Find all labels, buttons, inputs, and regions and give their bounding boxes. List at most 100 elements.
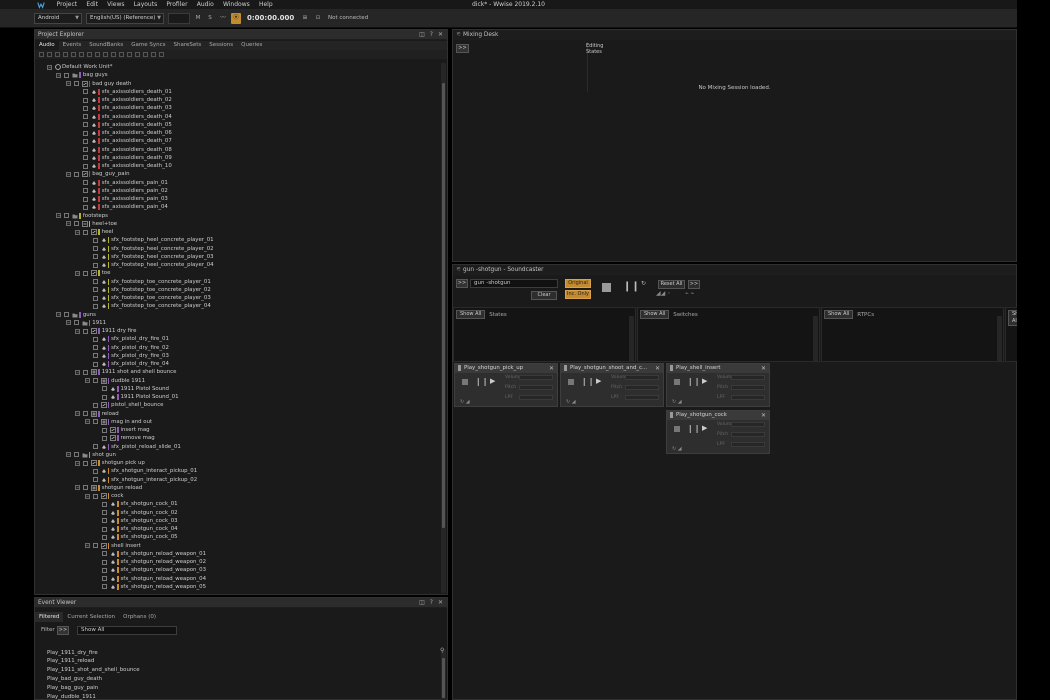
tree-item[interactable]: sfx_footstep_heel_concrete_player_01 xyxy=(85,236,214,244)
refresh-icon[interactable]: ↻ xyxy=(672,446,676,452)
blend-icon[interactable] xyxy=(95,52,100,57)
tree-item[interactable]: − shot gun xyxy=(65,451,116,459)
collapse-toggle-icon[interactable]: − xyxy=(75,411,81,417)
tree-item[interactable]: − 1911 xyxy=(65,319,106,327)
tree-item[interactable]: − heel+toe xyxy=(65,220,117,228)
stop-icon[interactable] xyxy=(674,426,680,432)
include-checkbox[interactable] xyxy=(92,345,98,351)
include-checkbox[interactable] xyxy=(102,427,107,433)
tab-current-selection[interactable]: Current Selection xyxy=(63,612,119,622)
tree-item[interactable]: sfx_footstep_toe_concrete_player_01 xyxy=(85,278,211,286)
lpf-slider[interactable] xyxy=(625,395,659,400)
tab-sessions[interactable]: Sessions xyxy=(205,41,237,50)
include-checkbox[interactable] xyxy=(102,386,107,392)
include-checkbox[interactable] xyxy=(73,320,79,326)
pitch-slider[interactable] xyxy=(731,385,765,390)
sound-icon[interactable] xyxy=(103,52,108,57)
original-button[interactable]: Original xyxy=(565,279,591,288)
volume-slider[interactable] xyxy=(519,375,553,380)
lpf-icon[interactable]: ⌁ ⌁ xyxy=(685,289,694,299)
include-checkbox[interactable] xyxy=(83,270,89,276)
tree-item[interactable]: sfx_footstep_toe_concrete_player_02 xyxy=(85,286,211,294)
include-checkbox[interactable] xyxy=(102,584,107,590)
tab-sharesets[interactable]: ShareSets xyxy=(170,41,206,50)
lpf-slider[interactable] xyxy=(731,442,765,447)
volume-slider[interactable] xyxy=(731,375,765,380)
volume-icon[interactable]: ◢ xyxy=(678,399,682,405)
include-checkbox[interactable] xyxy=(83,138,89,144)
tree-item[interactable]: sfx_axissoldiers_pain_04 xyxy=(75,203,168,211)
collapse-toggle-icon[interactable]: − xyxy=(56,213,62,219)
close-icon[interactable]: ✕ xyxy=(438,30,443,40)
include-checkbox[interactable] xyxy=(92,279,98,285)
tree-item[interactable]: sfx_shotgun_cock_05 xyxy=(94,533,178,541)
switch-icon[interactable] xyxy=(87,52,92,57)
include-checkbox[interactable] xyxy=(92,468,98,474)
tree-item[interactable]: sfx_axissoldiers_pain_02 xyxy=(75,187,168,195)
search-icon[interactable]: ⚲ xyxy=(440,647,444,654)
tree-item[interactable]: remove mag xyxy=(94,434,155,442)
include-checkbox[interactable] xyxy=(102,567,107,573)
include-checkbox[interactable] xyxy=(102,551,107,557)
include-checkbox[interactable] xyxy=(92,254,98,260)
include-checkbox[interactable] xyxy=(92,303,98,309)
include-checkbox[interactable] xyxy=(73,171,79,177)
tree-scrollbar[interactable] xyxy=(441,63,446,593)
tree-item[interactable]: sfx_footstep_heel_concrete_player_03 xyxy=(85,253,214,261)
include-checkbox[interactable] xyxy=(83,411,89,417)
tree-item[interactable]: sfx_shotgun_reload_weapon_02 xyxy=(94,558,206,566)
collapse-toggle-icon[interactable]: − xyxy=(84,543,90,549)
include-checkbox[interactable] xyxy=(92,378,98,384)
tree-item[interactable]: − bag_guy_pain xyxy=(65,170,130,178)
tree-item[interactable]: sfx_axissoldiers_pain_01 xyxy=(75,179,168,187)
clear-button[interactable]: Clear xyxy=(531,291,557,300)
tree-item[interactable]: sfx_footstep_heel_concrete_player_04 xyxy=(85,261,214,269)
include-checkbox[interactable] xyxy=(102,526,107,532)
pin-icon[interactable] xyxy=(670,412,673,418)
tab-soundbanks[interactable]: SoundBanks xyxy=(85,41,127,50)
include-checkbox[interactable] xyxy=(64,213,70,219)
scrollbar-thumb[interactable] xyxy=(442,658,445,698)
menu-help[interactable]: Help xyxy=(254,0,277,9)
capture-icon[interactable]: ⦿ xyxy=(231,13,241,24)
refresh-icon[interactable]: ↻ xyxy=(641,279,646,289)
tree-item[interactable]: sfx_pistol_dry_fire_02 xyxy=(85,344,169,352)
include-checkbox[interactable] xyxy=(92,262,98,268)
volume-icon[interactable]: ◢ xyxy=(572,399,576,405)
event-card[interactable]: Play_shell_insert ✕ ❙❙ ▶ Volume Pitch LPF ↻ ◢ xyxy=(666,363,770,407)
tree-item[interactable]: sfx_axissoldiers_death_03 xyxy=(75,104,172,112)
tree-item[interactable]: sfx_footstep_toe_concrete_player_03 xyxy=(85,294,211,302)
tree-item[interactable]: sfx_pistol_reload_slide_01 xyxy=(85,443,181,451)
include-checkbox[interactable] xyxy=(83,163,89,169)
tree-item[interactable]: sfx_shotgun_reload_weapon_03 xyxy=(94,566,206,574)
tree-item[interactable]: sfx_axissoldiers_death_05 xyxy=(75,121,172,129)
include-checkbox[interactable] xyxy=(83,97,89,103)
platform-select[interactable]: Android ▼ xyxy=(34,13,82,24)
menu-windows[interactable]: Windows xyxy=(218,0,254,9)
close-icon[interactable]: ✕ xyxy=(761,364,766,373)
collapse-toggle-icon[interactable]: − xyxy=(65,320,71,326)
play-icon[interactable]: ▶ xyxy=(490,377,495,385)
tree-item[interactable]: sfx_shotgun_interact_pickup_01 xyxy=(85,467,197,475)
close-icon[interactable]: ✕ xyxy=(438,598,443,608)
scrollbar-thumb[interactable] xyxy=(442,83,445,528)
include-checkbox[interactable] xyxy=(73,221,79,227)
tree-item[interactable]: sfx_shotgun_reload_weapon_05 xyxy=(94,583,206,591)
tab-queries[interactable]: Queries xyxy=(237,41,266,50)
include-checkbox[interactable] xyxy=(102,435,107,441)
tree-item[interactable]: sfx_axissoldiers_death_08 xyxy=(75,146,172,154)
refresh-icon[interactable]: ↻ xyxy=(672,399,676,405)
include-checkbox[interactable] xyxy=(92,353,98,359)
include-checkbox[interactable] xyxy=(83,229,89,235)
tree-item[interactable]: sfx_shotgun_cock_01 xyxy=(94,500,178,508)
tab-game-syncs[interactable]: Game Syncs xyxy=(127,41,169,50)
pin-icon[interactable] xyxy=(564,365,567,371)
include-checkbox[interactable] xyxy=(83,204,89,210)
lpf-slider[interactable] xyxy=(519,395,553,400)
event-list-item[interactable]: Play_1911_dry_fire xyxy=(47,649,98,657)
tree-item[interactable]: − Default Work Unit* xyxy=(47,63,112,71)
tree-item[interactable]: sfx_axissoldiers_death_10 xyxy=(75,162,172,170)
include-checkbox[interactable] xyxy=(83,122,89,128)
expand-icon[interactable] xyxy=(151,52,156,57)
refresh-icon[interactable]: ↻ xyxy=(460,399,464,405)
